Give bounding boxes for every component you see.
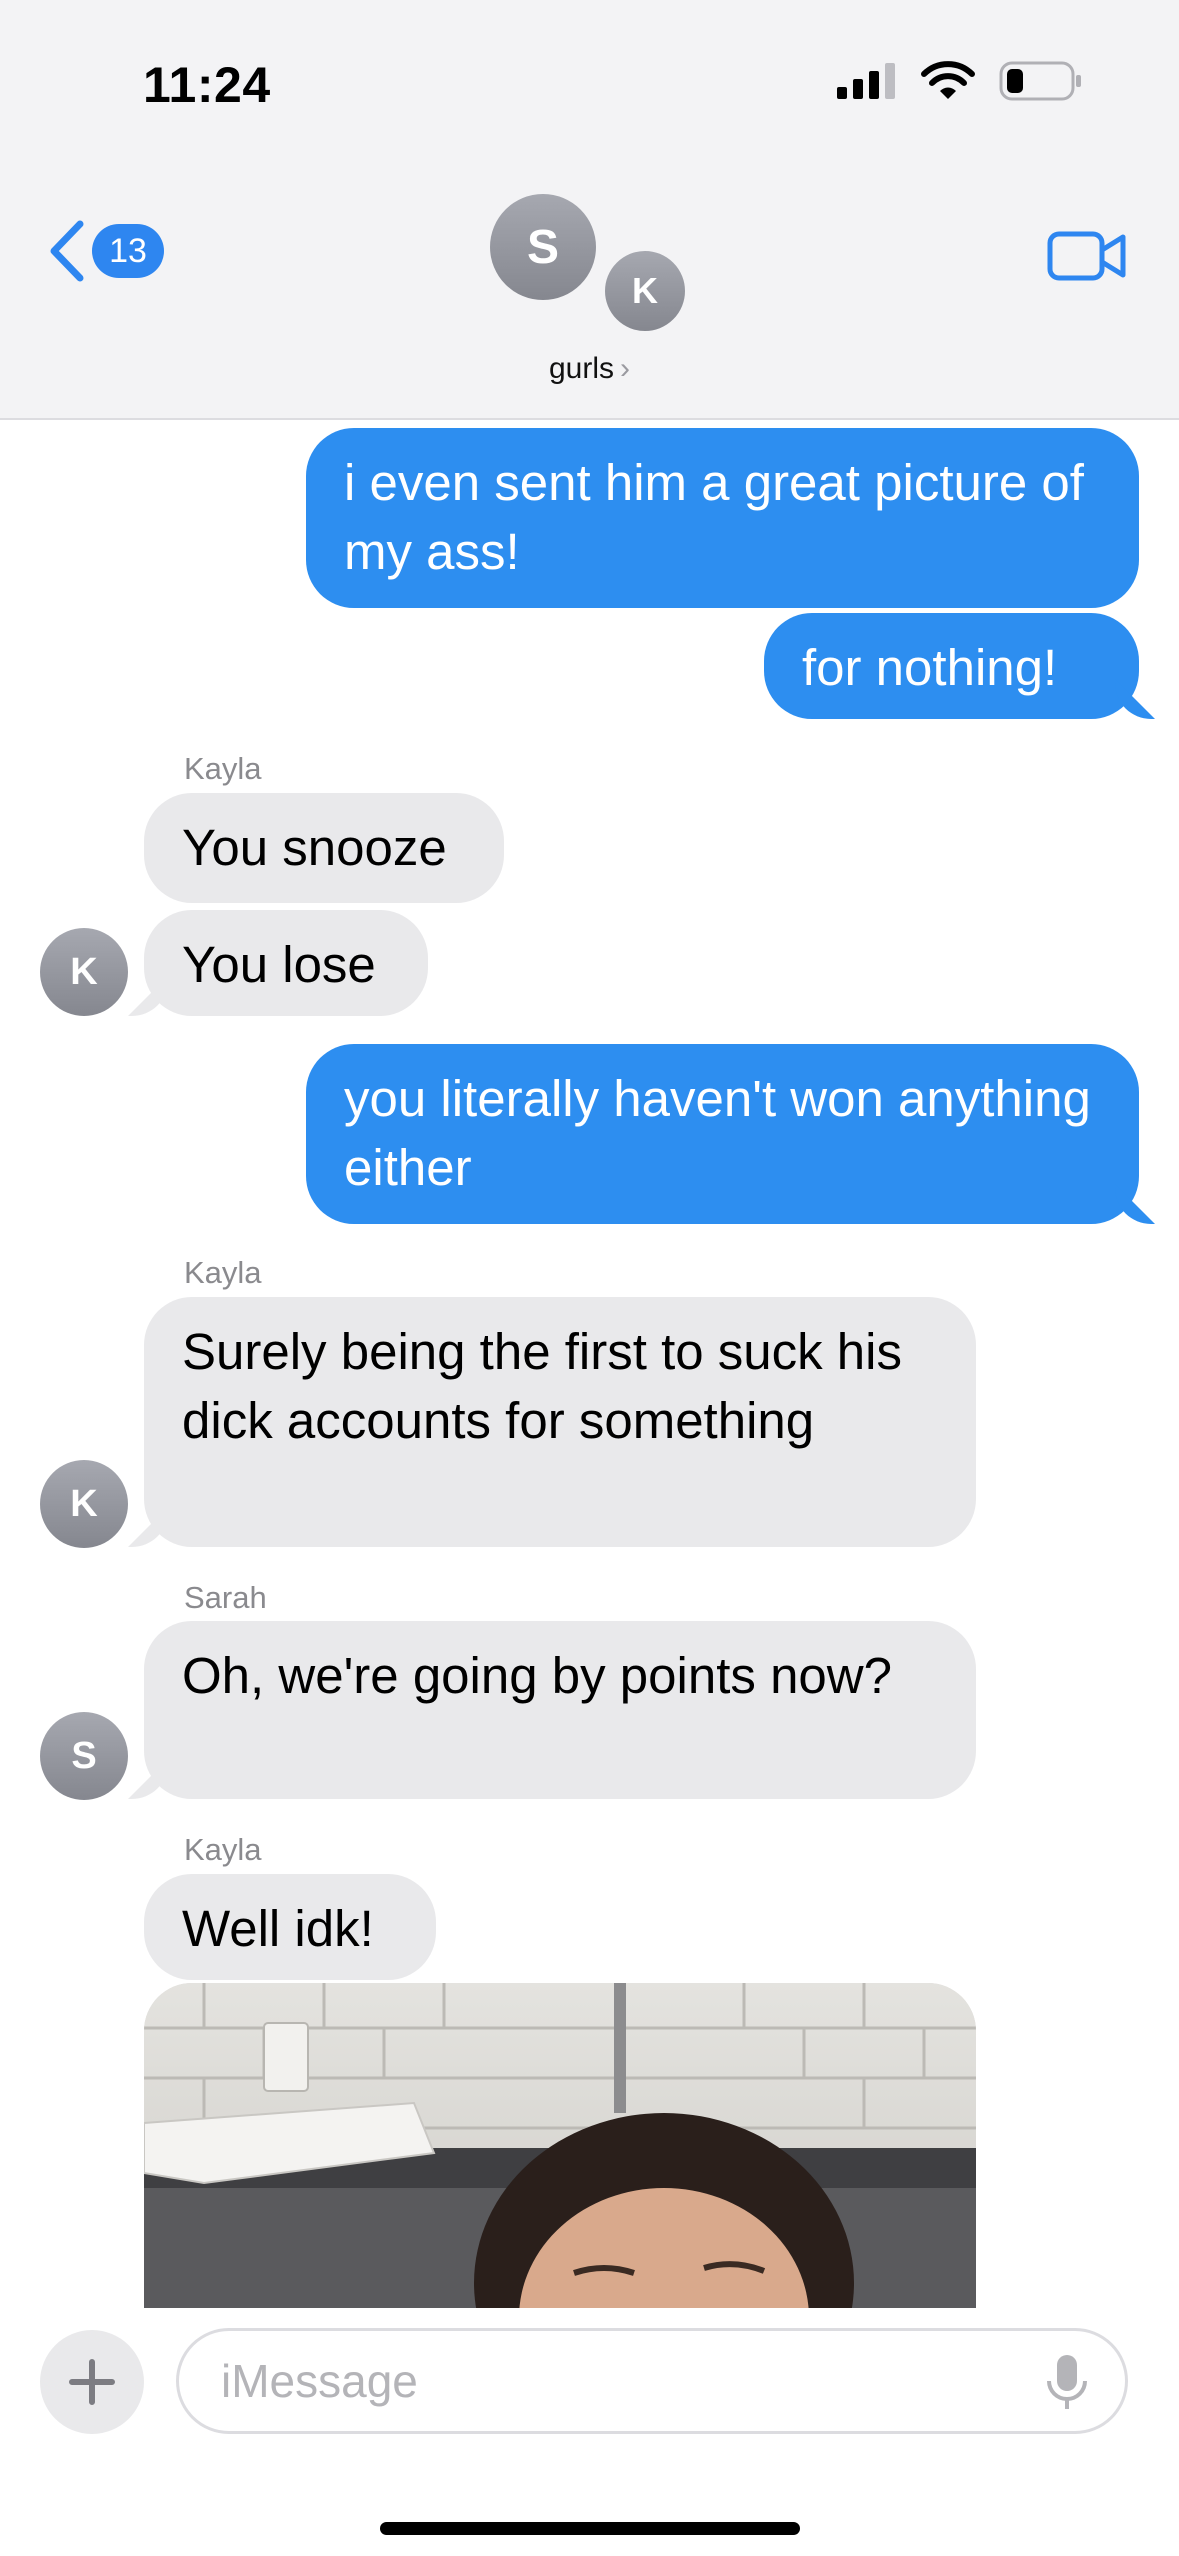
plus-icon bbox=[69, 2359, 115, 2405]
avatar: K bbox=[602, 248, 688, 334]
group-avatar-stack[interactable]: S K bbox=[490, 194, 690, 334]
avatar[interactable]: S bbox=[40, 1712, 128, 1800]
group-name[interactable]: gurls › bbox=[0, 352, 1179, 386]
wifi-icon bbox=[921, 61, 975, 99]
sender-label: Kayla bbox=[184, 1255, 262, 1290]
message-bubble-sent[interactable]: i even sent him a great picture of my as… bbox=[306, 428, 1139, 608]
sender-label: Kayla bbox=[184, 751, 262, 786]
facetime-video-button[interactable] bbox=[1047, 228, 1127, 289]
status-icons bbox=[837, 60, 1083, 102]
home-indicator[interactable] bbox=[380, 2522, 800, 2535]
group-name-label: gurls bbox=[548, 352, 615, 385]
imessage-placeholder: iMessage bbox=[221, 2355, 418, 2407]
chevron-right-icon: › bbox=[620, 352, 631, 385]
sender-label: Sarah bbox=[184, 1580, 267, 1615]
chevron-left-icon bbox=[50, 220, 84, 282]
message-bubble-received[interactable]: Well idk! bbox=[144, 1874, 436, 1980]
message-bubble-sent[interactable]: for nothing! bbox=[764, 613, 1139, 719]
message-bubble-received[interactable]: You snooze bbox=[144, 793, 504, 903]
photo-attachment[interactable] bbox=[144, 1983, 976, 2310]
apps-plus-button[interactable] bbox=[40, 2330, 144, 2434]
back-button[interactable]: 13 bbox=[46, 220, 164, 282]
sender-label: Kayla bbox=[184, 1832, 262, 1867]
avatar[interactable]: K bbox=[40, 1460, 128, 1548]
status-time: 11:24 bbox=[143, 57, 271, 113]
video-camera-icon bbox=[1047, 231, 1126, 281]
avatar[interactable]: K bbox=[40, 928, 128, 1016]
battery-icon bbox=[999, 61, 1081, 101]
microphone-icon bbox=[1047, 2355, 1087, 2409]
conversation-header: 11:24 13 S K gurls › bbox=[0, 0, 1179, 420]
cellular-signal-icon bbox=[837, 63, 895, 99]
kitchen-selfie-image bbox=[144, 1983, 976, 2310]
message-bubble-sent[interactable]: you literally haven't won anything eithe… bbox=[306, 1044, 1139, 1224]
avatar: S bbox=[490, 194, 596, 300]
imessage-input[interactable]: iMessage bbox=[176, 2328, 1128, 2434]
message-bubble-received[interactable]: Oh, we're going by points now? bbox=[144, 1621, 976, 1799]
dictation-button[interactable] bbox=[1045, 2353, 1089, 2424]
compose-bar: iMessage bbox=[0, 2308, 1179, 2556]
unread-count-badge: 13 bbox=[92, 224, 164, 278]
message-bubble-received[interactable]: Surely being the first to suck his dick … bbox=[144, 1297, 976, 1547]
message-bubble-received[interactable]: You lose bbox=[144, 910, 428, 1016]
